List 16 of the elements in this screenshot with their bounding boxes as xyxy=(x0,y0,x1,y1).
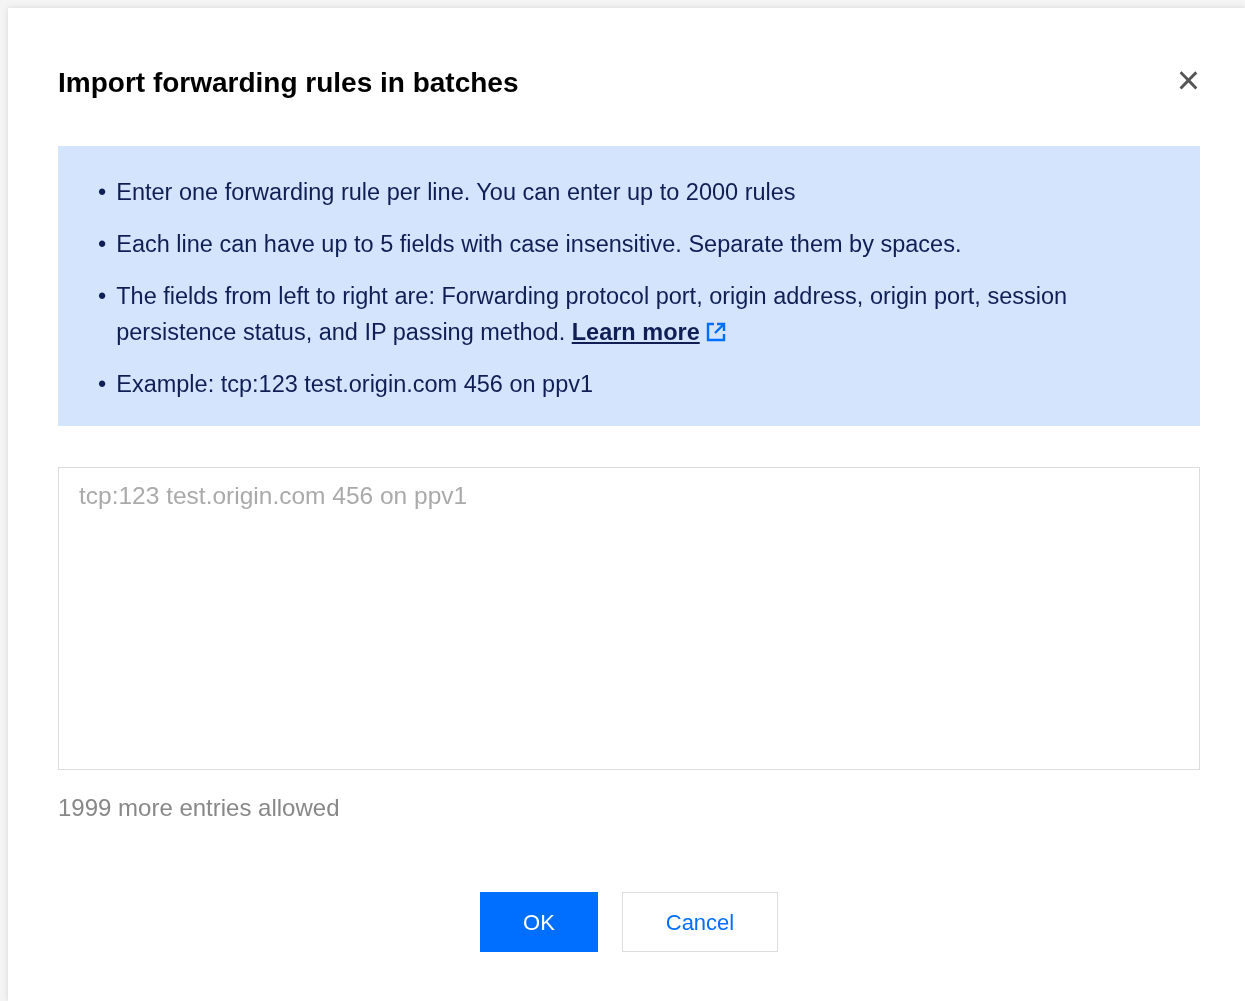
close-button[interactable]: × xyxy=(1176,60,1200,100)
cancel-button[interactable]: Cancel xyxy=(622,892,778,952)
notice-item: Each line can have up to 5 fields with case insensitive. Separate them by spaces. xyxy=(116,230,962,259)
ok-button[interactable]: OK xyxy=(480,892,598,952)
learn-more-link[interactable]: Learn more xyxy=(571,319,700,345)
bullet: • xyxy=(98,178,107,207)
dialog-title: Import forwarding rules in batches xyxy=(58,66,519,100)
notice-item: Enter one forwarding rule per line. You can enter up to 2000 rules xyxy=(116,178,796,207)
entries-hint: 1999 more entries allowed xyxy=(58,793,341,823)
notice-item: Example: tcp:123 test.origin.com 456 on ppv1 xyxy=(116,370,594,399)
bullet: • xyxy=(98,370,107,399)
bullet: • xyxy=(98,282,107,311)
bullet: • xyxy=(98,230,107,259)
external-link-icon[interactable] xyxy=(706,322,727,342)
notice-item: The fields from left to right are: Forwarding protocol port, origin address, origin port, session persistence status, and IP passing method. Learn more xyxy=(116,282,1069,347)
rules-input-field[interactable]: tcp:123 test.origin.com 456 on ppv1 xyxy=(58,467,1200,770)
